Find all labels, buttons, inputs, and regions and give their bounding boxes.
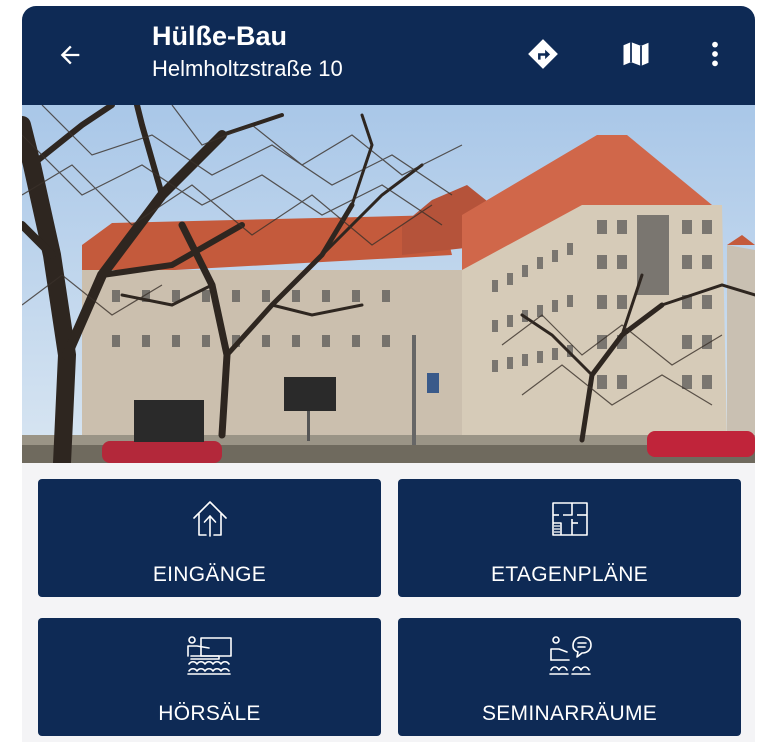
tile-label-entrances: EINGÄNGE [152, 563, 267, 586]
building-title: Hülße-Bau [152, 21, 287, 51]
more-options-button[interactable] [695, 34, 735, 74]
tile-label-seminar-rooms: SEMINARRÄUME [481, 702, 658, 725]
map-button[interactable] [616, 34, 656, 74]
building-photo [22, 105, 755, 463]
map-icon [623, 42, 649, 66]
arrow-left-icon [60, 45, 80, 65]
lecture-halls-button[interactable]: HÖRSÄLE [38, 618, 381, 736]
entrances-button[interactable]: EINGÄNGE [38, 479, 381, 597]
app-screen: Hülße-Bau Helmholtzstraße 10 EINGÄNGE ET… [22, 6, 755, 742]
floorplan-icon [551, 502, 588, 536]
seminar-rooms-button[interactable]: SEMINARRÄUME [398, 618, 741, 736]
building-address: Helmholtzstraße 10 [152, 56, 343, 81]
app-bar: Hülße-Bau Helmholtzstraße 10 [22, 6, 755, 105]
directions-button[interactable] [523, 34, 563, 74]
floor-plans-button[interactable]: ETAGENPLÄNE [398, 479, 741, 597]
back-button[interactable] [52, 37, 88, 73]
tile-label-floor-plans: ETAGENPLÄNE [491, 563, 648, 586]
entrance-icon [192, 501, 227, 537]
lecture-hall-icon [186, 636, 232, 675]
header-titles: Hülße-Bau Helmholtzstraße 10 [152, 20, 343, 84]
directions-icon [528, 39, 558, 69]
seminar-room-icon [548, 636, 592, 675]
more-vert-icon [712, 41, 718, 67]
tile-label-lecture-halls: HÖRSÄLE [158, 702, 261, 725]
